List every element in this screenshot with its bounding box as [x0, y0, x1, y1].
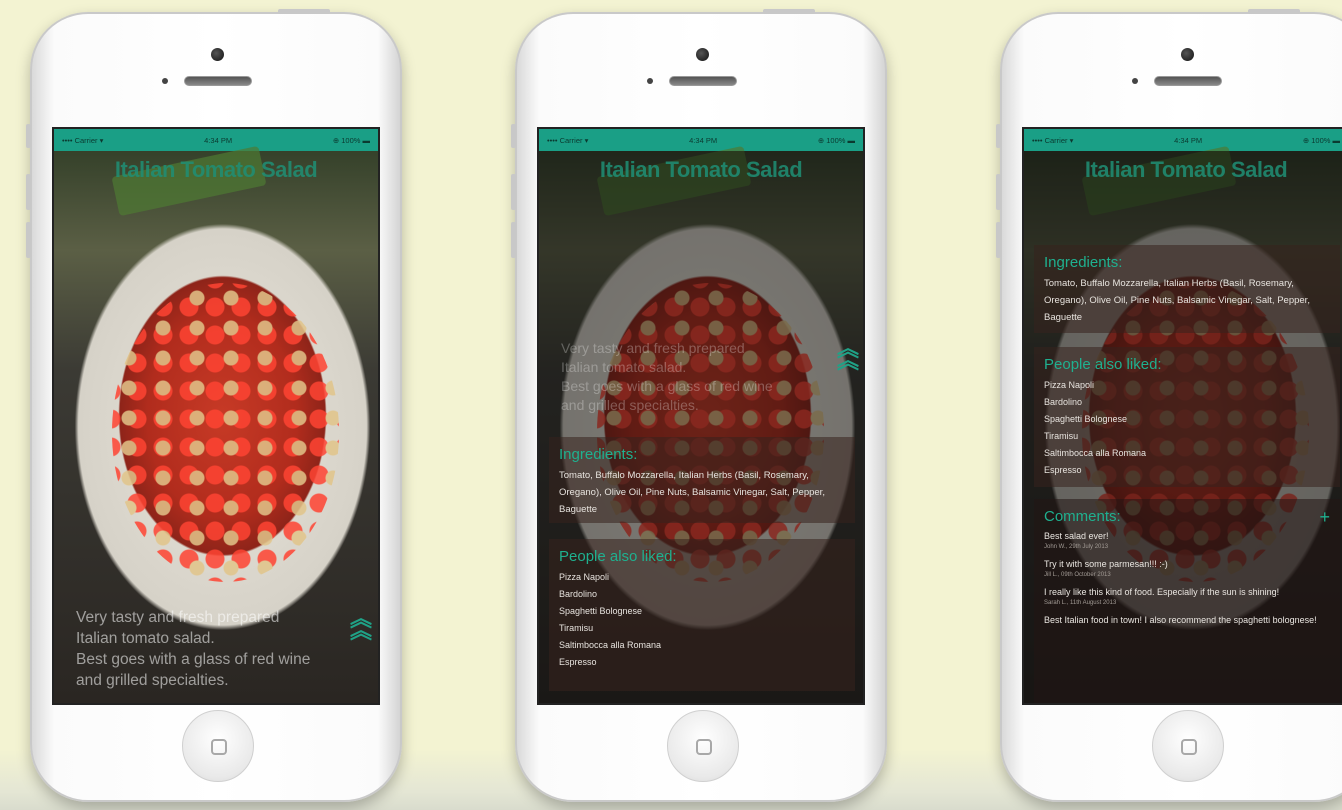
liked-item[interactable]: Bardolino: [1044, 394, 1330, 411]
earpiece-speaker: [669, 76, 737, 86]
description-line: and grilled specialties.: [561, 397, 699, 413]
recipe-description: Very tasty and fresh prepared Italian to…: [561, 339, 773, 415]
clock: 4:34 PM: [1174, 135, 1203, 145]
description-line: Best goes with a glass of red wine: [561, 378, 773, 394]
comment-text: Best Italian food in town! I also recomm…: [1044, 615, 1317, 625]
double-chevron-up-icon[interactable]: ︽ ︽: [837, 338, 859, 372]
volume-down-button: [26, 222, 31, 258]
ingredients-panel: Ingredients: Tomato, Buffalo Mozzarella,…: [1034, 245, 1340, 333]
clock: 4:34 PM: [204, 135, 233, 145]
comment-item: I really like this kind of food. Especia…: [1044, 585, 1330, 606]
liked-item[interactable]: Saltimbocca alla Romana: [559, 637, 845, 654]
description-line: Italian tomato salad.: [561, 359, 687, 375]
earpiece-speaker: [1154, 76, 1222, 86]
description-line: Best goes with a glass of red wine: [76, 651, 311, 668]
comments-panel: Comments: + Best salad ever! John W., 29…: [1034, 499, 1340, 703]
comment-meta: Sarah L., 11th August 2013: [1044, 600, 1117, 606]
carrier-label: •••• Carrier ▾: [1032, 135, 1074, 145]
front-camera: [211, 48, 224, 61]
battery-indicator: ⊕ 100% ▬: [332, 135, 370, 145]
clock: 4:34 PM: [689, 135, 718, 145]
liked-item[interactable]: Espresso: [1044, 462, 1330, 479]
phone-3: •••• Carrier ▾ 4:34 PM ⊕ 100% ▬ Italian …: [996, 9, 1342, 802]
ingredients-text: Tomato, Buffalo Mozzarella, Italian Herb…: [559, 470, 825, 515]
recipe-title: Italian Tomato Salad: [114, 157, 318, 182]
comment-item: Best salad ever! John W., 29th July 2013: [1044, 529, 1330, 550]
battery-indicator: ⊕ 100% ▬: [817, 135, 855, 145]
ingredients-heading: Ingredients:: [1044, 254, 1123, 271]
comment-text: Best salad ever!: [1044, 531, 1109, 541]
phone-1: •••• Carrier ▾ 4:34 PM ⊕ 100% ▬ Italian …: [26, 9, 402, 802]
people-also-liked-heading: People also liked:: [1044, 356, 1162, 373]
status-bar: •••• Carrier ▾ 4:34 PM ⊕ 100% ▬: [539, 129, 863, 151]
comment-item: Try it with some parmesan!!! :-) Jill L.…: [1044, 557, 1330, 578]
description-line: Italian tomato salad.: [76, 630, 215, 647]
salad-chunks: [112, 283, 340, 582]
phone-2: •••• Carrier ▾ 4:34 PM ⊕ 100% ▬ Italian …: [511, 9, 887, 802]
ingredients-heading: Ingredients:: [559, 446, 638, 463]
proximity-sensor: [1132, 78, 1138, 84]
home-button[interactable]: [667, 710, 739, 782]
recipe-title: Italian Tomato Salad: [1084, 157, 1288, 182]
mute-switch: [26, 124, 31, 148]
recipe-description: Very tasty and fresh prepared Italian to…: [76, 607, 310, 691]
liked-item[interactable]: Tiramisu: [559, 620, 845, 637]
liked-item[interactable]: Tiramisu: [1044, 428, 1330, 445]
volume-up-button: [26, 174, 31, 210]
comment-meta: Jill L., 09th October 2013: [1044, 572, 1111, 578]
proximity-sensor: [162, 78, 168, 84]
comment-text: Try it with some parmesan!!! :-): [1044, 559, 1168, 569]
power-button: [763, 9, 815, 14]
home-square-icon: [696, 739, 712, 755]
home-button[interactable]: [1152, 710, 1224, 782]
volume-up-button: [511, 174, 516, 210]
mute-switch: [511, 124, 516, 148]
description-line: and grilled specialties.: [76, 672, 229, 689]
recipe-title: Italian Tomato Salad: [599, 157, 803, 182]
ingredients-panel: Ingredients: Tomato, Buffalo Mozzarella,…: [549, 437, 855, 523]
power-button: [278, 9, 330, 14]
description-line: Very tasty and fresh prepared: [76, 609, 280, 626]
liked-item[interactable]: Spaghetti Bolognese: [1044, 411, 1330, 428]
liked-item[interactable]: Pizza Napoli: [559, 569, 845, 586]
carrier-label: •••• Carrier ▾: [547, 135, 589, 145]
front-camera: [696, 48, 709, 61]
status-bar: •••• Carrier ▾ 4:34 PM ⊕ 100% ▬: [54, 129, 378, 151]
status-bar: •••• Carrier ▾ 4:34 PM ⊕ 100% ▬: [1024, 129, 1342, 151]
description-line: Very tasty and fresh prepared: [561, 340, 745, 356]
volume-down-button: [511, 222, 516, 258]
screen: •••• Carrier ▾ 4:34 PM ⊕ 100% ▬ Italian …: [1022, 127, 1342, 705]
volume-down-button: [996, 222, 1001, 258]
liked-item[interactable]: Spaghetti Bolognese: [559, 603, 845, 620]
add-comment-icon[interactable]: +: [1319, 507, 1330, 528]
people-also-liked-panel: People also liked: Pizza Napoli Bardolin…: [1034, 347, 1340, 487]
home-square-icon: [1181, 739, 1197, 755]
people-also-liked-panel: People also liked: Pizza Napoli Bardolin…: [549, 539, 855, 691]
power-button: [1248, 9, 1300, 14]
home-button[interactable]: [182, 710, 254, 782]
liked-item[interactable]: Pizza Napoli: [1044, 377, 1330, 394]
home-square-icon: [211, 739, 227, 755]
people-also-liked-heading: People also liked:: [559, 548, 677, 565]
screen: •••• Carrier ▾ 4:34 PM ⊕ 100% ▬ Italian …: [537, 127, 865, 705]
comments-heading: Comments:: [1044, 508, 1121, 525]
carrier-label: •••• Carrier ▾: [62, 135, 104, 145]
comment-item: Best Italian food in town! I also recomm…: [1044, 613, 1330, 628]
volume-up-button: [996, 174, 1001, 210]
liked-item[interactable]: Espresso: [559, 654, 845, 671]
front-camera: [1181, 48, 1194, 61]
proximity-sensor: [647, 78, 653, 84]
liked-list: Pizza Napoli Bardolino Spaghetti Bologne…: [1044, 377, 1330, 479]
earpiece-speaker: [184, 76, 252, 86]
liked-item[interactable]: Saltimbocca alla Romana: [1044, 445, 1330, 462]
comment-meta: John W., 29th July 2013: [1044, 544, 1109, 550]
mute-switch: [996, 124, 1001, 148]
battery-indicator: ⊕ 100% ▬: [1302, 135, 1340, 145]
comment-text: I really like this kind of food. Especia…: [1044, 587, 1280, 597]
double-chevron-up-icon[interactable]: ︽ ︽: [350, 608, 372, 642]
liked-item[interactable]: Bardolino: [559, 586, 845, 603]
liked-list: Pizza Napoli Bardolino Spaghetti Bologne…: [559, 569, 845, 671]
ingredients-text: Tomato, Buffalo Mozzarella, Italian Herb…: [1044, 278, 1310, 323]
screen: •••• Carrier ▾ 4:34 PM ⊕ 100% ▬ Italian …: [52, 127, 380, 705]
